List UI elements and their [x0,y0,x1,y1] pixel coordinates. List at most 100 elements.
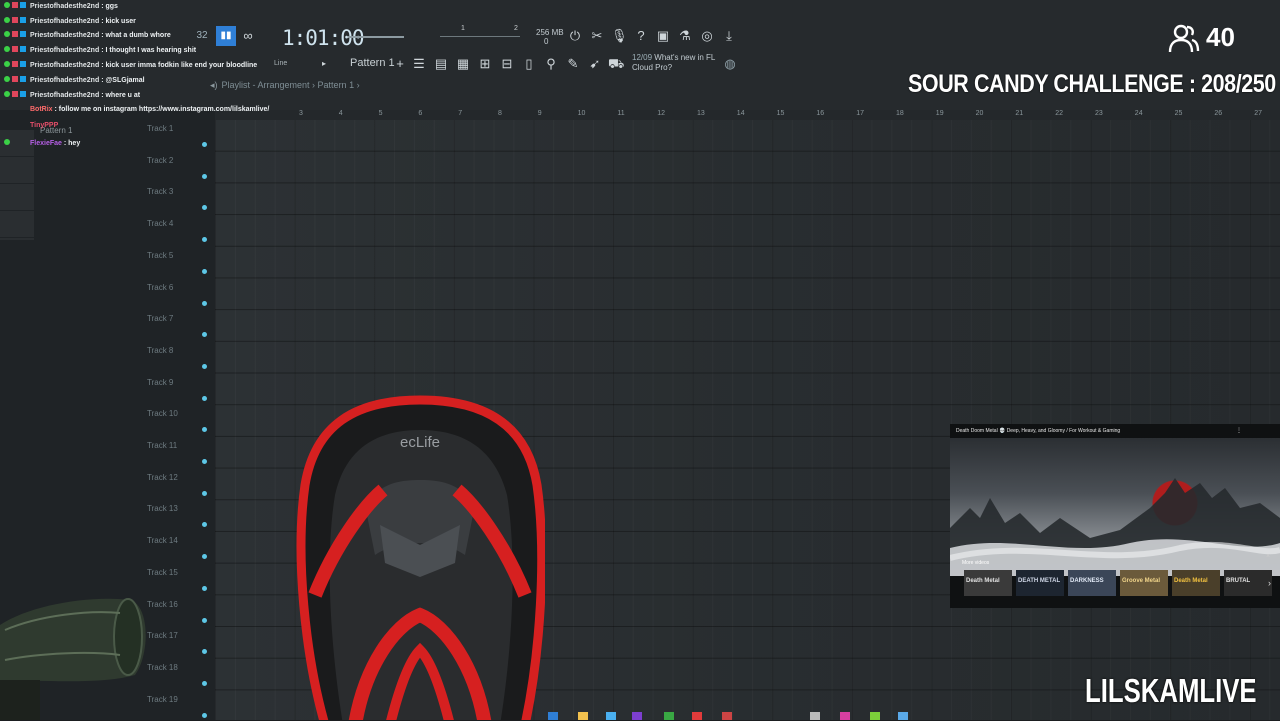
speaker-icon[interactable]: ◂) [210,80,218,90]
track-header[interactable]: Track 17 [140,625,215,657]
track-header[interactable]: Track 13 [140,498,215,530]
taskbar-app-icon[interactable] [548,712,558,720]
add-pattern-icon[interactable]: + [392,56,408,72]
track-header[interactable]: Track 18 [140,657,215,689]
news-panel[interactable]: 12/09 What's new in FL Cloud Pro? [632,53,715,73]
metronome-icon[interactable]: ▮▮ [216,26,236,46]
app-icon-pink[interactable] [840,712,850,720]
track-mute-led[interactable] [202,268,207,274]
folder-icon[interactable] [578,712,588,720]
track-mute-led[interactable] [202,363,207,369]
file-icon[interactable]: ▯ [521,56,537,72]
tempo-display[interactable]: 32 [194,28,210,44]
track-header[interactable]: Track 15 [140,562,215,594]
mixer-icon[interactable]: ⊞ [477,56,493,72]
chat-username[interactable]: FlexieFae [30,140,62,147]
chat-bubble-icon[interactable]: ◎ [699,28,715,44]
track-mute-led[interactable] [202,142,207,147]
track-mute-led[interactable] [202,617,207,623]
track-mute-led[interactable] [202,522,207,528]
video-thumbnail-card[interactable]: DARKNESS [1068,570,1116,596]
basket-icon[interactable]: ⛟ [608,56,624,72]
track-header[interactable]: Track 11 [140,435,215,467]
channel-rack-icon[interactable]: ▦ [455,56,471,72]
track-mute-led[interactable] [202,459,207,464]
snap-select[interactable]: Line [274,60,287,67]
video-player[interactable]: Death Doom Metal 💀 Deep, Heavy, and Gloo… [950,424,1280,608]
video-thumbnail[interactable] [950,438,1280,576]
chat-username[interactable]: Priestofhadesthe2nd [30,47,99,54]
track-header[interactable]: Track 8 [140,340,215,372]
track-header[interactable]: Track 9 [140,372,215,404]
track-mute-led[interactable] [202,205,207,211]
track-mute-led[interactable] [202,712,207,718]
play-pattern-icon[interactable]: ▸ [316,56,332,72]
plugin-icon[interactable]: ⚗ [677,28,693,44]
microphone-icon[interactable]: 🎙 [611,28,628,44]
download-icon[interactable]: ⤓ [721,28,737,44]
app-icon-lime[interactable] [870,712,880,720]
video-thumbnail-card[interactable]: Groove Metal [1120,570,1168,596]
save-icon[interactable]: ▣ [655,28,671,44]
chevron-right-icon[interactable]: › [1268,578,1271,588]
chat-username[interactable]: BotRix [30,106,53,113]
time-slider[interactable] [348,36,404,38]
track-mute-led[interactable] [202,680,207,686]
track-header[interactable]: Track 16 [140,594,215,626]
track-mute-led[interactable] [202,395,207,401]
track-header[interactable]: Track 4 [140,213,215,245]
track-header[interactable]: Track 1 [140,118,215,150]
piano-roll-icon[interactable]: ▤ [433,56,449,72]
track-header[interactable]: Track 12 [140,467,215,499]
app-icon-purple[interactable] [632,712,642,720]
globe-icon[interactable]: ◍ [722,56,738,72]
chat-username[interactable]: Priestofhadesthe2nd [30,32,99,39]
track-header[interactable]: Track 5 [140,245,215,277]
video-title[interactable]: Death Doom Metal 💀 Deep, Heavy, and Gloo… [956,428,1120,434]
track-mute-led[interactable] [202,237,207,243]
close-icon[interactable]: × [1266,553,1270,560]
track-mute-led[interactable] [202,427,207,433]
playlist-icon[interactable]: ☰ [411,56,427,72]
brush-icon[interactable]: ✎ [565,56,581,72]
link-icon[interactable]: ➹ [587,56,603,72]
video-thumbnail-card[interactable]: DEATH METAL [1016,570,1064,596]
track-mute-led[interactable] [202,585,207,591]
track-mute-led[interactable] [202,332,207,338]
track-header[interactable]: Track 7 [140,308,215,340]
track-mute-led[interactable] [202,300,207,306]
pattern-selector[interactable]: Pattern 1 [350,57,395,69]
track-header[interactable]: Track 14 [140,530,215,562]
browser-icon[interactable]: ⊟ [499,56,515,72]
video-menu-icon[interactable]: ⋮ [1236,427,1242,434]
help-icon[interactable]: ? [633,28,649,44]
video-thumbnail-card[interactable]: BRUTAL [1224,570,1272,596]
app-icon-gray[interactable] [810,712,820,720]
track-header[interactable]: Track 2 [140,150,215,182]
plug-icon[interactable]: ⚲ [543,56,559,72]
chat-username[interactable]: Priestofhadesthe2nd [30,18,99,25]
track-mute-led[interactable] [202,173,207,179]
store-icon[interactable] [606,712,616,720]
track-mute-led[interactable] [202,649,207,655]
chat-username[interactable]: Priestofhadesthe2nd [30,77,99,84]
chat-username[interactable]: TinyPPP [30,122,58,129]
video-thumbnail-card[interactable]: Death Metal [1172,570,1220,596]
track-header[interactable]: Track 10 [140,403,215,435]
power-icon[interactable]: ⏻ [567,28,583,44]
app-icon-green[interactable] [664,712,674,720]
chat-username[interactable]: Priestofhadesthe2nd [30,62,99,69]
track-mute-led[interactable] [202,490,207,496]
timeline-ruler[interactable]: 3 4 5 6 7 8 9 10 11 12 13 14 15 16 17 18 19 20 21 22 23 24 25 2… [215,110,1280,120]
track-mute-led[interactable] [202,554,207,560]
app-icon-blue[interactable] [898,712,908,720]
video-thumbnail-card[interactable]: Death Metal [964,570,1012,596]
loop-record-icon[interactable]: ∞ [240,28,256,44]
app-icon-dark-red[interactable] [722,712,732,720]
track-header[interactable]: Track 6 [140,277,215,309]
cut-icon[interactable]: ✂ [589,28,605,44]
chat-username[interactable]: Priestofhadesthe2nd [30,3,99,10]
chat-username[interactable]: Priestofhadesthe2nd [30,92,99,99]
track-header[interactable]: Track 3 [140,181,215,213]
track-header[interactable]: Track 19 [140,689,215,721]
